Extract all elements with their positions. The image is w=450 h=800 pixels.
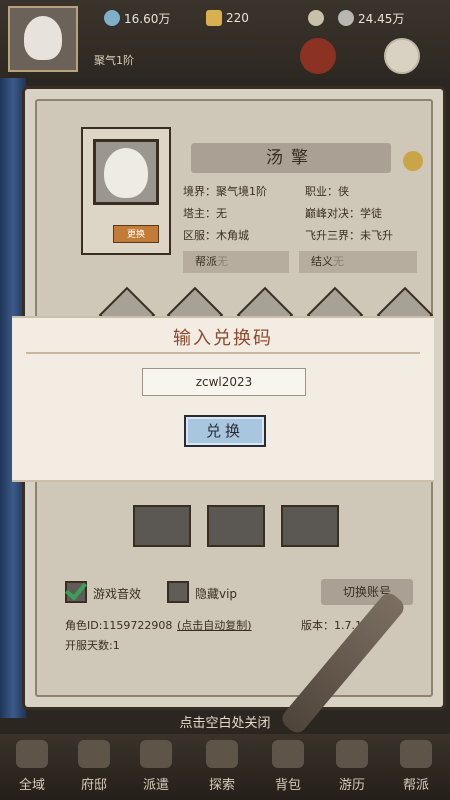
gourd-icon — [403, 151, 423, 171]
nav-label: 帮派 — [402, 778, 429, 793]
sworn-value: 无 — [333, 255, 344, 268]
resource-coin: 24.45万 — [338, 8, 404, 28]
nav-label: 全域 — [18, 778, 45, 793]
bottom-nav: 全域 府邸 派遣 探索 背包 游历 帮派 — [0, 734, 450, 800]
sect-bar: 帮派无 — [183, 251, 289, 273]
character-face-icon — [104, 148, 148, 198]
explore-icon — [206, 740, 238, 768]
hide-vip-label: 隐藏vip — [195, 587, 238, 601]
menu-orb-icon[interactable] — [384, 38, 420, 74]
ascend-info: 飞升三界：未飞升 — [305, 229, 393, 242]
sect-label: 帮派 — [195, 255, 217, 268]
sworn-label: 结义 — [311, 255, 333, 268]
portrait-image — [93, 139, 159, 205]
nav-label: 府邸 — [80, 778, 107, 793]
change-avatar-button[interactable]: 更换 — [113, 225, 159, 243]
power-icon — [308, 10, 324, 26]
sworn-bar: 结义无 — [299, 251, 417, 273]
copy-id-link[interactable]: (点击自动复制) — [177, 617, 252, 633]
empty-slot[interactable] — [207, 505, 265, 547]
world-icon — [16, 740, 48, 768]
open-days: 开服天数:1 — [65, 639, 120, 652]
realm-info: 境界：聚气境1阶 — [183, 185, 267, 198]
sect-icon — [140, 740, 172, 768]
job-info: 职业：侠 — [305, 185, 349, 198]
divider — [26, 352, 420, 354]
redeem-button[interactable]: 兑换 — [184, 415, 266, 447]
nav-dispatch[interactable]: 派遣 — [128, 740, 184, 798]
nav-label: 探索 — [208, 778, 235, 793]
guild-icon — [400, 740, 432, 768]
hide-vip-checkbox[interactable] — [167, 581, 189, 603]
game-sound-label: 游戏音效 — [93, 587, 142, 601]
nav-bag[interactable]: 背包 — [260, 740, 316, 798]
avatar-face-icon — [24, 16, 62, 60]
resource-gold: 220 — [206, 8, 249, 28]
player-realm: 聚气1阶 — [94, 54, 134, 67]
resource-value: 220 — [226, 11, 249, 25]
resource-power — [308, 8, 328, 28]
empty-slot[interactable] — [281, 505, 339, 547]
nav-label: 游历 — [338, 778, 365, 793]
tower-info: 塔主：无 — [183, 207, 227, 220]
bag-icon — [272, 740, 304, 768]
peak-info: 巅峰对决：学徒 — [305, 207, 382, 220]
event-orb-icon[interactable] — [300, 38, 336, 74]
nav-mansion[interactable]: 府邸 — [66, 740, 122, 798]
dialog-title: 输入兑换码 — [173, 328, 273, 349]
coin-icon — [338, 10, 354, 26]
game-sound-checkbox[interactable] — [64, 577, 88, 603]
resource-value: 24.45万 — [358, 11, 405, 26]
nav-label: 派遣 — [142, 778, 169, 793]
nav-explore[interactable]: 探索 — [194, 740, 250, 798]
portrait-card: 更换 — [81, 127, 171, 255]
top-status-bar: 聚气1阶 16.60万 220 24.45万 — [0, 0, 450, 80]
travel-icon — [336, 740, 368, 768]
nav-guild[interactable]: 帮派 — [388, 740, 444, 798]
player-avatar[interactable] — [8, 6, 78, 72]
redeem-code-input[interactable] — [142, 368, 306, 396]
nav-travel[interactable]: 游历 — [324, 740, 380, 798]
checkmark-icon — [64, 577, 88, 601]
server-info: 区服：木角城 — [183, 229, 249, 242]
character-name: 汤擎 — [191, 143, 391, 173]
resource-value: 16.60万 — [124, 11, 171, 26]
sect-value: 无 — [217, 255, 228, 268]
spirit-stone-icon — [104, 10, 120, 26]
redeem-code-dialog: 输入兑换码 兑换 — [12, 316, 434, 482]
nav-label: 背包 — [274, 778, 301, 793]
nav-world[interactable]: 全域 — [4, 740, 60, 798]
gold-ingot-icon — [206, 10, 222, 26]
mansion-icon — [78, 740, 110, 768]
resource-spirit-stone: 16.60万 — [104, 8, 170, 28]
close-hint: 点击空白处关闭 — [179, 716, 271, 731]
role-id: 角色ID:1159722908 — [65, 619, 173, 632]
empty-slot[interactable] — [133, 505, 191, 547]
